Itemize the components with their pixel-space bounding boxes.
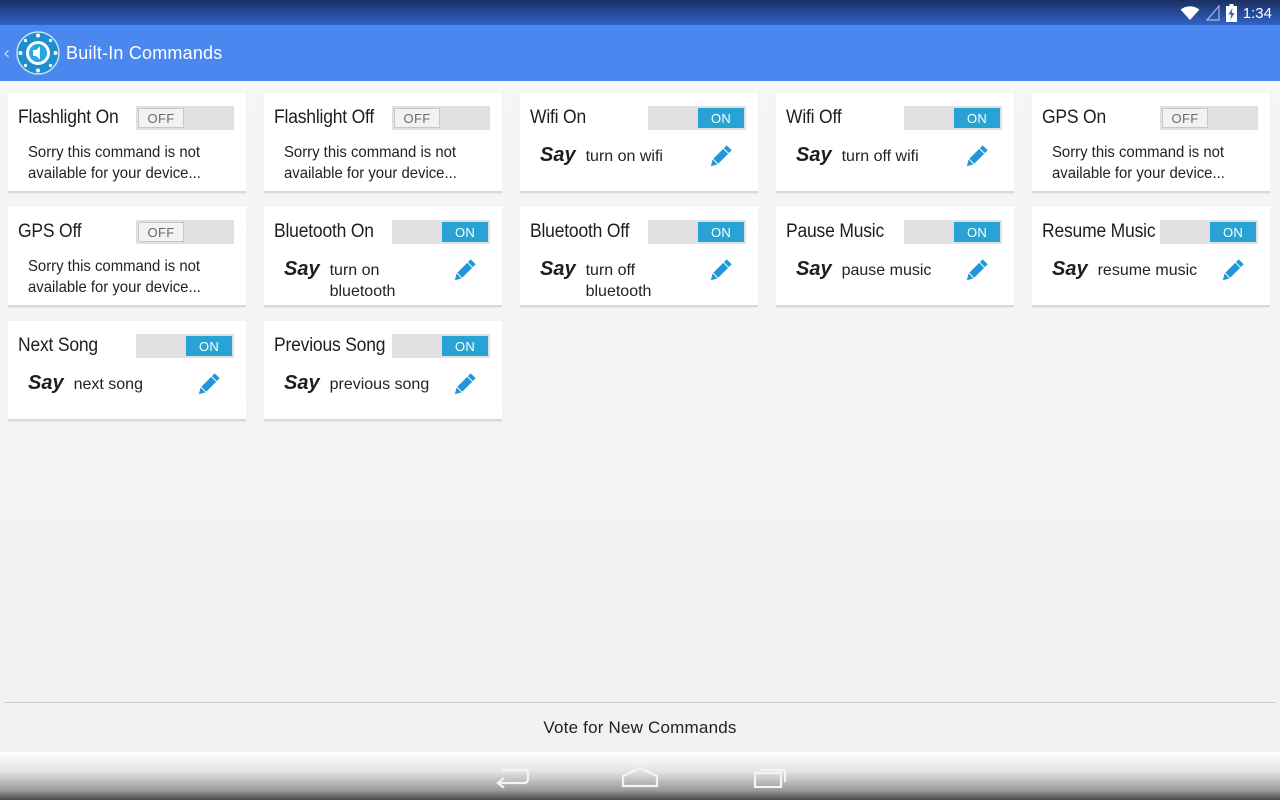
pencil-icon[interactable] xyxy=(958,139,994,175)
toggle-flashlight-off[interactable]: OFF xyxy=(392,106,490,130)
toggle-state-label: ON xyxy=(1210,222,1256,242)
say-label: Say xyxy=(796,144,832,166)
voice-phrase: resume music xyxy=(1097,262,1198,279)
toggle-next-song[interactable]: ON xyxy=(136,334,234,358)
say-label: Say xyxy=(540,258,576,280)
command-title: Pause Music xyxy=(786,221,885,242)
command-title: GPS Off xyxy=(18,221,82,242)
toggle-state-label: ON xyxy=(698,108,744,128)
unavailable-message: Sorry this command is not available for … xyxy=(1052,144,1225,182)
command-title: Previous Song xyxy=(274,335,386,356)
command-grid: Flashlight On OFF Sorry this command is no… xyxy=(0,0,1280,700)
command-card-bluetooth-off: Bluetooth Off ON Say turn off bluetooth xyxy=(520,207,758,307)
command-card-wifi-off: Wifi Off ON Say turn off wifi xyxy=(776,93,1014,193)
say-label: Say xyxy=(1052,258,1088,280)
toggle-state-label: OFF xyxy=(138,222,184,242)
footer-divider xyxy=(4,702,1276,703)
command-card-flashlight-off: Flashlight Off OFF Sorry this command is n… xyxy=(264,93,502,193)
toggle-resume-music[interactable]: ON xyxy=(1160,220,1258,244)
command-title: Wifi Off xyxy=(786,107,842,128)
pencil-icon[interactable] xyxy=(1214,253,1250,289)
command-title: Flashlight Off xyxy=(274,107,375,128)
say-label: Say xyxy=(284,372,320,394)
navigation-bar xyxy=(0,752,1280,800)
toggle-state-label: ON xyxy=(442,222,488,242)
pencil-icon[interactable] xyxy=(958,253,994,289)
command-title: GPS On xyxy=(1042,107,1106,128)
voice-phrase: next song xyxy=(73,376,143,393)
say-label: Say xyxy=(284,258,320,280)
command-card-gps-off: GPS Off OFF Sorry this command is not avai… xyxy=(8,207,246,307)
command-title: Wifi On xyxy=(530,107,587,128)
say-label: Say xyxy=(28,372,64,394)
command-title: Bluetooth On xyxy=(274,221,374,242)
vote-new-commands-button[interactable]: Vote for New Commands xyxy=(0,704,1280,752)
unavailable-message: Sorry this command is not available for … xyxy=(28,144,201,182)
say-label: Say xyxy=(796,258,832,280)
voice-phrase: turn on bluetooth xyxy=(329,262,396,300)
toggle-wifi-off[interactable]: ON xyxy=(904,106,1002,130)
toggle-bluetooth-off[interactable]: ON xyxy=(648,220,746,244)
toggle-bluetooth-on[interactable]: ON xyxy=(392,220,490,244)
pencil-icon[interactable] xyxy=(446,367,482,403)
toggle-state-label: ON xyxy=(186,336,232,356)
voice-phrase: turn off wifi xyxy=(841,148,919,165)
pencil-icon[interactable] xyxy=(702,139,738,175)
back-icon[interactable] xyxy=(488,762,536,792)
pencil-icon[interactable] xyxy=(446,253,482,289)
command-title: Resume Music xyxy=(1042,221,1156,242)
command-card-gps-on: GPS On OFF Sorry this command is not avail… xyxy=(1032,93,1270,193)
command-card-wifi-on: Wifi On ON Say turn on wifi xyxy=(520,93,758,193)
voice-phrase: previous song xyxy=(329,376,430,393)
home-icon[interactable] xyxy=(616,762,664,792)
voice-phrase: turn on wifi xyxy=(585,148,663,165)
voice-phrase: pause music xyxy=(841,262,932,279)
command-card-pause-music: Pause Music ON Say pause music xyxy=(776,207,1014,307)
toggle-state-label: ON xyxy=(954,108,1000,128)
toggle-flashlight-on[interactable]: OFF xyxy=(136,106,234,130)
toggle-state-label: OFF xyxy=(138,108,184,128)
toggle-previous-song[interactable]: ON xyxy=(392,334,490,358)
command-card-resume-music: Resume Music ON Say resume music xyxy=(1032,207,1270,307)
unavailable-message: Sorry this command is not available for … xyxy=(284,144,457,182)
command-title: Next Song xyxy=(18,335,98,356)
say-label: Say xyxy=(540,144,576,166)
toggle-state-label: ON xyxy=(954,222,1000,242)
command-card-next-song: Next Song ON Say next song xyxy=(8,321,246,421)
toggle-state-label: ON xyxy=(698,222,744,242)
pencil-icon[interactable] xyxy=(190,367,226,403)
toggle-state-label: ON xyxy=(442,336,488,356)
toggle-pause-music[interactable]: ON xyxy=(904,220,1002,244)
toggle-wifi-on[interactable]: ON xyxy=(648,106,746,130)
command-card-previous-song: Previous Song ON Say previous song xyxy=(264,321,502,421)
recent-apps-icon[interactable] xyxy=(746,762,794,792)
command-card-bluetooth-on: Bluetooth On ON Say turn on bluetooth xyxy=(264,207,502,307)
unavailable-message: Sorry this command is not available for … xyxy=(28,258,201,296)
toggle-state-label: OFF xyxy=(394,108,440,128)
voice-phrase: turn off bluetooth xyxy=(585,262,652,300)
toggle-gps-off[interactable]: OFF xyxy=(136,220,234,244)
pencil-icon[interactable] xyxy=(702,253,738,289)
toggle-state-label: OFF xyxy=(1162,108,1208,128)
command-card-flashlight-on: Flashlight On OFF Sorry this command is no… xyxy=(8,93,246,193)
command-title: Bluetooth Off xyxy=(530,221,630,242)
command-title: Flashlight On xyxy=(18,107,119,128)
toggle-gps-on[interactable]: OFF xyxy=(1160,106,1258,130)
